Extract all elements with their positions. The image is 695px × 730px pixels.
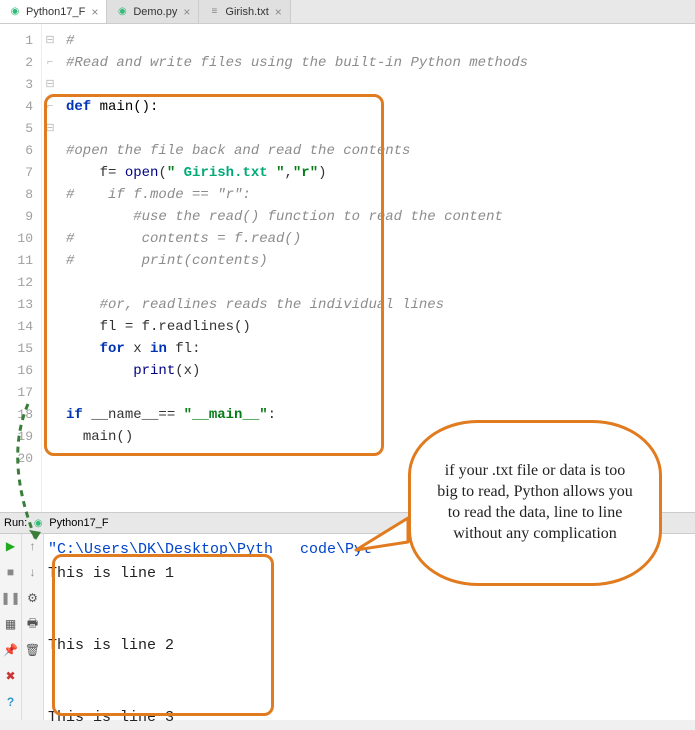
tab-label: Girish.txt [225,6,268,18]
run-tool-column: ▶ ■ ❚❚ ▦ 📌 ✖ ? [0,534,22,720]
layout-icon[interactable]: ▦ [3,616,19,632]
run-config-name: Python17_F [49,517,108,529]
stop-icon[interactable]: ■ [3,564,19,580]
console-output[interactable]: "C:\Users\DK\Desktop\Pyth code\PytThis i… [44,534,695,720]
down-icon[interactable]: ↓ [25,564,41,580]
tab-python17[interactable]: ◉ Python17_F × [0,0,107,23]
output-tool-column: ↑ ↓ ⚙ 🖶 🗑 [22,534,44,720]
run-icon[interactable]: ▶ [3,538,19,554]
output-panel: ▶ ■ ❚❚ ▦ 📌 ✖ ? ↑ ↓ ⚙ 🖶 🗑 "C:\Users\DK\De… [0,534,695,720]
close-icon[interactable]: × [91,5,98,19]
tab-demo[interactable]: ◉ Demo.py × [107,0,199,23]
trash-icon[interactable]: 🗑 [25,642,41,658]
pause-icon[interactable]: ❚❚ [3,590,19,606]
python-icon: ◉ [8,5,22,19]
close-icon[interactable]: × [183,5,190,19]
python-icon: ◉ [31,516,45,530]
up-icon[interactable]: ↑ [25,538,41,554]
fold-column: ⊟⌐⊟⌐⊟ [42,24,58,512]
run-toolbar: Run: ◉ Python17_F [0,512,695,534]
tab-girish[interactable]: ≡ Girish.txt × [199,0,290,23]
code-editor[interactable]: 1234567891011121314151617181920 ⊟⌐⊟⌐⊟ ##… [0,24,695,512]
help-icon[interactable]: ? [3,694,19,710]
line-gutter: 1234567891011121314151617181920 [0,24,42,512]
close-red-icon[interactable]: ✖ [3,668,19,684]
python-icon: ◉ [115,5,129,19]
print-icon[interactable]: 🖶 [25,616,41,632]
close-icon[interactable]: × [275,5,282,19]
settings-icon[interactable]: ⚙ [25,590,41,606]
run-label: Run: [4,517,27,529]
tab-label: Python17_F [26,6,85,18]
pin-icon[interactable]: 📌 [3,642,19,658]
text-icon: ≡ [207,5,221,19]
editor-tabbar: ◉ Python17_F × ◉ Demo.py × ≡ Girish.txt … [0,0,695,24]
code-area[interactable]: ##Read and write files using the built-i… [58,24,695,512]
tab-label: Demo.py [133,6,177,18]
